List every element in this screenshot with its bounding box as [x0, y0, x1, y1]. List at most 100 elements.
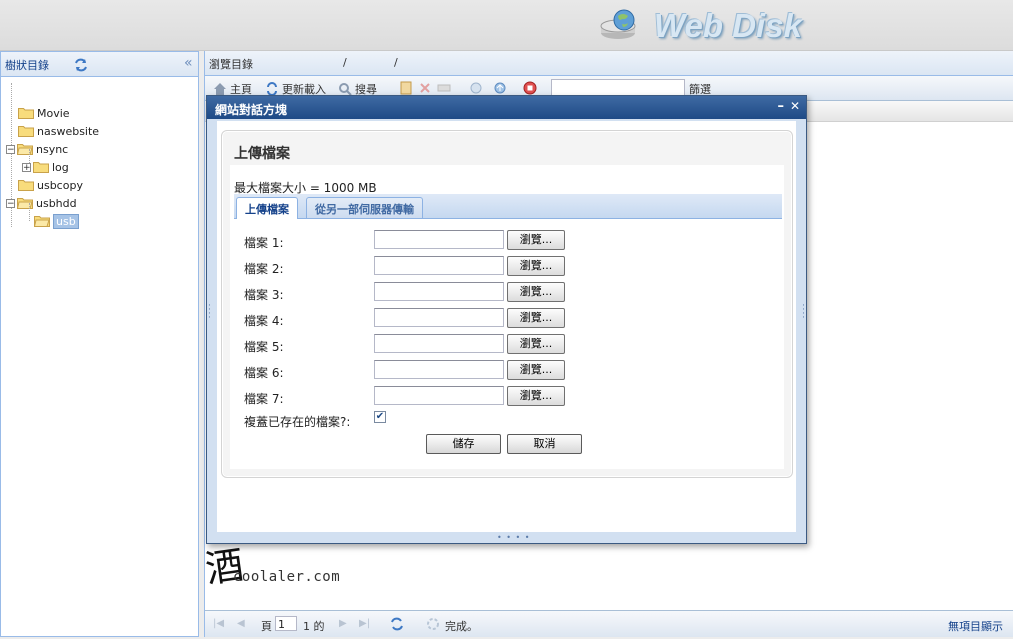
tree-item-movie[interactable]: Movie	[18, 104, 70, 122]
tree-item-nsync[interactable]: − nsync	[6, 140, 68, 158]
file-row-2: 檔案 2: 瀏覽...	[244, 256, 764, 276]
tree-item-label: naswebsite	[37, 124, 100, 138]
upload-tabstrip: 上傳檔案 從另一部伺服器傳輸	[234, 194, 782, 219]
new-file-button[interactable]	[399, 81, 416, 95]
browse-button[interactable]: 瀏覽...	[507, 360, 565, 380]
collapse-toggle-icon[interactable]: −	[6, 198, 15, 208]
upload-dialog: 網站對話方塊 – ✕ · · · · · · · · 上傳檔案 最大檔案大小 = 1000 …	[206, 95, 807, 544]
tree-item-label: nsync	[36, 142, 69, 156]
tree-item-usbcopy[interactable]: usbcopy	[18, 176, 83, 194]
browse-button[interactable]: 瀏覽...	[507, 386, 565, 406]
overwrite-label: 複蓋已存在的檔案?:	[244, 415, 351, 429]
tree-connector	[29, 203, 30, 221]
tree-item-label-selected: usb	[53, 213, 79, 229]
file-path-input[interactable]	[374, 308, 504, 327]
file-label: 檔案 1:	[244, 236, 284, 250]
browse-panel-header: 瀏覽目錄 / /	[205, 51, 1013, 76]
download-icon	[470, 82, 482, 94]
page-label: 頁	[261, 620, 272, 633]
file-row-1: 檔案 1: 瀏覽...	[244, 230, 764, 250]
tab-upload-file[interactable]: 上傳檔案	[236, 197, 298, 219]
bottom-resize-grip[interactable]: • • • •	[497, 533, 531, 542]
left-resize-grip[interactable]: · · · ·	[208, 302, 211, 323]
rename-button[interactable]	[437, 81, 454, 95]
dialog-titlebar[interactable]: 網站對話方塊 – ✕	[207, 96, 806, 119]
tree-item-label: Movie	[37, 106, 70, 120]
cancel-button[interactable]: 取消	[507, 434, 582, 454]
folder-icon	[18, 179, 34, 191]
stop-icon	[523, 81, 537, 95]
browse-button[interactable]: 瀏覽...	[507, 256, 565, 276]
folder-open-icon	[17, 143, 33, 155]
close-icon[interactable]: ✕	[790, 99, 800, 113]
web-disk-logo: Web Disk	[596, 4, 846, 46]
rename-icon	[437, 84, 451, 92]
brand-name: Web Disk	[654, 7, 802, 44]
first-page-icon[interactable]: |◀	[213, 618, 224, 629]
loading-spinner-icon	[427, 618, 439, 630]
next-page-icon[interactable]: ▶	[339, 618, 347, 629]
minimize-icon[interactable]: –	[778, 99, 785, 114]
file-row-3: 檔案 3: 瀏覽...	[244, 282, 764, 302]
file-label: 檔案 6:	[244, 366, 284, 380]
tab-remote-transfer[interactable]: 從另一部伺服器傳輸	[306, 197, 423, 218]
refresh-icon[interactable]	[73, 57, 89, 73]
search-icon	[339, 83, 352, 96]
collapse-toggle-icon[interactable]: −	[6, 144, 15, 154]
delete-button[interactable]	[418, 81, 435, 95]
folder-icon	[33, 161, 49, 173]
breadcrumb-separator: /	[343, 56, 347, 69]
fieldset-title: 上傳檔案	[234, 146, 290, 162]
tree-panel-title: 樹狀目錄	[5, 59, 49, 72]
tree-item-usb[interactable]: usb	[34, 212, 79, 230]
browse-button[interactable]: 瀏覽...	[507, 230, 565, 250]
file-label: 檔案 3:	[244, 288, 284, 302]
folder-tree: Movie naswebsite − nsync + log usbcopy −…	[1, 77, 198, 229]
disk-globe-icon	[600, 9, 636, 39]
pager-toolbar: |◀ ◀ 頁 1 1 的 ▶ ▶| 完成。 無項目顯示	[205, 610, 1013, 637]
download-button[interactable]	[469, 81, 486, 95]
folder-icon	[18, 125, 34, 137]
no-items-status: 無項目顯示	[948, 620, 1003, 633]
expand-toggle-icon[interactable]: +	[22, 162, 31, 172]
upload-icon	[494, 82, 506, 94]
right-resize-grip[interactable]: · · · ·	[802, 302, 805, 323]
tree-item-usbhdd[interactable]: − usbhdd	[6, 194, 77, 212]
folder-open-icon	[34, 215, 50, 227]
file-row-7: 檔案 7: 瀏覽...	[244, 386, 764, 406]
browse-panel-title: 瀏覽目錄	[209, 58, 253, 71]
folder-open-icon	[17, 197, 33, 209]
file-label: 檔案 4:	[244, 314, 284, 328]
reload-icon	[267, 82, 277, 96]
browse-button[interactable]: 瀏覽...	[507, 282, 565, 302]
file-path-input[interactable]	[374, 230, 504, 249]
file-path-input[interactable]	[374, 256, 504, 275]
file-path-input[interactable]	[374, 334, 504, 353]
browse-button[interactable]: 瀏覽...	[507, 308, 565, 328]
watermark-site: coolaler.com	[233, 569, 341, 585]
site-watermark: 酒 coolaler.com	[203, 536, 365, 592]
save-button[interactable]: 儲存	[426, 434, 501, 454]
tree-item-label: usbcopy	[37, 178, 83, 192]
pager-refresh-icon[interactable]	[389, 616, 405, 632]
upload-fieldset: 上傳檔案 最大檔案大小 = 1000 MB 上傳檔案 從另一部伺服器傳輸 檔案 …	[221, 130, 793, 478]
prev-page-icon[interactable]: ◀	[237, 618, 245, 629]
tree-panel-header: 樹狀目錄 «	[1, 52, 198, 77]
tree-item-label: log	[52, 160, 69, 174]
overwrite-checkbox[interactable]: ✔	[374, 411, 386, 423]
tree-item-label: usbhdd	[36, 196, 77, 210]
pager-status: 完成。	[445, 620, 478, 633]
folder-tree-panel: 樹狀目錄 « Movie naswebsite − nsync + log us…	[0, 51, 199, 637]
stop-button[interactable]	[523, 81, 540, 95]
collapse-panel-icon[interactable]: «	[184, 55, 193, 71]
tree-item-log[interactable]: + log	[22, 158, 69, 176]
file-path-input[interactable]	[374, 282, 504, 301]
browse-button[interactable]: 瀏覽...	[507, 334, 565, 354]
file-path-input[interactable]	[374, 360, 504, 379]
upload-button[interactable]	[493, 81, 510, 95]
dialog-title: 網站對話方塊	[215, 103, 288, 117]
file-path-input[interactable]	[374, 386, 504, 405]
page-number-input[interactable]: 1	[275, 616, 297, 631]
tree-item-naswebsite[interactable]: naswebsite	[18, 122, 99, 140]
last-page-icon[interactable]: ▶|	[359, 618, 370, 629]
